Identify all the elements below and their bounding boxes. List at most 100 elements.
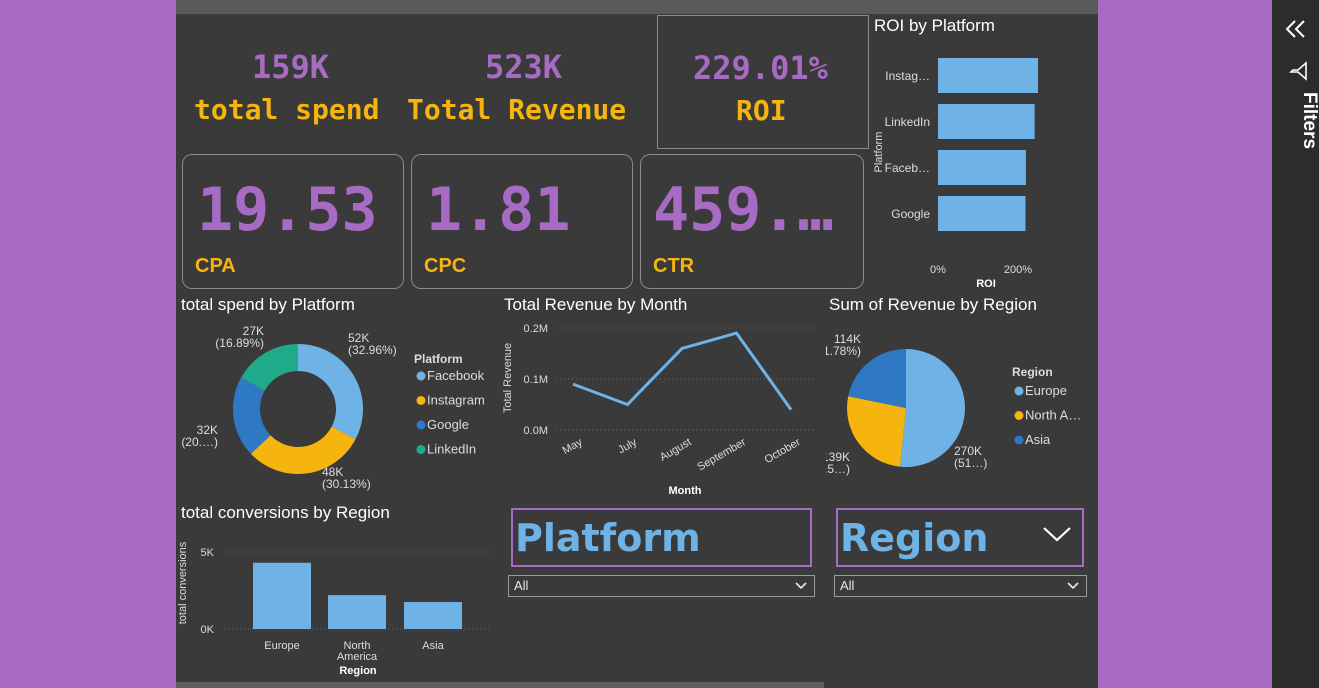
platform-slicer-value: All <box>514 578 529 593</box>
spend-legend-item: Google <box>427 417 469 432</box>
legend-marker <box>1014 435 1024 445</box>
y-tick-label: 0K <box>201 624 215 636</box>
legend-marker <box>416 420 426 430</box>
revregion-chart-title: Sum of Revenue by Region <box>829 295 1037 314</box>
y-axis-label: Total Revenue <box>502 343 514 413</box>
cpa-card[interactable]: 19.53 CPA <box>182 154 404 289</box>
x-tick-label: September <box>695 436 748 473</box>
x-tick-label: Asia <box>422 640 444 652</box>
roi-card[interactable]: 229.01% ROI <box>657 15 869 149</box>
roi-value: 229.01% <box>693 49 828 87</box>
roi-chart-title: ROI by Platform <box>874 16 995 35</box>
roi-by-platform-chart[interactable]: Instag… LinkedIn Faceb… Google 0% 200% ROI Plat… <box>870 40 1096 292</box>
y-tick-label: 0.0M <box>524 425 548 437</box>
pie-slice <box>847 396 906 467</box>
cpa-value: 19.53 <box>197 175 378 245</box>
platform-slicer-dropdown[interactable]: All <box>508 575 815 597</box>
total-spend-label: total spend <box>194 93 380 126</box>
spend-chart-title: total spend by Platform <box>181 295 355 314</box>
region-legend-item: Europe <box>1025 383 1067 398</box>
total-revenue-value: 523K <box>485 48 563 86</box>
bottom-scrollbar[interactable] <box>176 682 824 688</box>
legend-marker <box>416 396 426 405</box>
conv-bar <box>328 595 386 629</box>
cpc-label: CPC <box>424 255 467 277</box>
x-tick-label: America <box>337 651 378 663</box>
cpa-label: CPA <box>195 255 236 277</box>
roi-label: ROI <box>736 94 787 127</box>
filter-icon[interactable] <box>1288 60 1310 82</box>
y-tick-label: 0.2M <box>524 323 548 335</box>
y-axis-label: total conversions <box>177 541 189 624</box>
donut-percent-label: (32.96%) <box>348 343 397 357</box>
spend-by-platform-chart[interactable]: 52K(32.96%)48K(30.13%)32K(20.…)27K(16.89… <box>176 318 498 500</box>
ctr-card[interactable]: 459.… CTR <box>640 154 864 289</box>
x-tick-label: Europe <box>264 640 299 652</box>
chevron-down-icon[interactable] <box>1042 524 1072 544</box>
total-spend-value: 159K <box>252 48 330 86</box>
roi-category-label: LinkedIn <box>885 115 930 129</box>
collapse-icon[interactable] <box>1284 18 1308 40</box>
region-legend-item: Asia <box>1025 432 1051 447</box>
chevron-down-icon <box>795 582 807 590</box>
legend-marker <box>416 445 426 454</box>
spend-legend-title: Platform <box>414 352 463 366</box>
donut-percent-label: (20.…) <box>181 435 218 449</box>
revenue-line <box>572 331 793 411</box>
roi-bar <box>938 58 1038 93</box>
y-tick-label: 0.1M <box>524 374 548 386</box>
pie-percent-label: (26.5…) <box>826 462 850 476</box>
top-strip <box>176 0 1098 14</box>
conv-chart-title: total conversions by Region <box>181 503 390 522</box>
conversions-by-region-chart[interactable]: 5K0KEurope NorthAmericaAsiaRegiontotal co… <box>176 528 498 680</box>
revenue-by-region-chart[interactable]: 270K(51…)139K(26.5…)114K(21.78%)RegionEu… <box>826 318 1096 500</box>
ctr-label: CTR <box>653 255 695 277</box>
region-slicer-header: Region <box>836 508 1084 567</box>
spend-legend-item: LinkedIn <box>427 442 476 457</box>
total-revenue-label: Total Revenue <box>407 93 627 126</box>
roi-category-label: Google <box>891 207 930 221</box>
revenue-by-month-chart[interactable]: 0.0M 0.1M 0.2M May July August September Octobe… <box>498 318 826 500</box>
pie-percent-label: (51…) <box>954 456 987 470</box>
legend-marker <box>1014 411 1024 420</box>
x-tick-label: October <box>763 436 803 466</box>
chevron-down-icon <box>1067 582 1079 590</box>
roi-y-axis-label: Platform <box>873 132 885 173</box>
report-canvas: 159K total spend 523K Total Revenue 229.… <box>176 0 1098 688</box>
x-tick-label: August <box>658 436 694 464</box>
cpc-card[interactable]: 1.81 CPC <box>411 154 633 289</box>
conv-bar <box>404 602 462 629</box>
y-tick-label: 5K <box>201 547 215 559</box>
filters-label: Filters <box>1299 92 1319 150</box>
donut-percent-label: (30.13%) <box>322 477 371 491</box>
revmonth-chart-title: Total Revenue by Month <box>504 295 688 314</box>
region-slicer-value: All <box>840 578 855 593</box>
ctr-value: 459.… <box>653 175 834 245</box>
cpc-value: 1.81 <box>426 175 571 245</box>
roi-bar <box>938 196 1026 231</box>
pie-percent-label: (21.78%) <box>826 344 861 358</box>
spend-legend-item: Facebook <box>427 368 485 383</box>
roi-category-label: Faceb… <box>885 161 930 175</box>
roi-bar <box>938 104 1035 139</box>
x-tick-label: May <box>561 436 585 457</box>
donut-slice <box>298 344 363 440</box>
x-axis-label: Region <box>339 665 377 677</box>
roi-category-label: Instag… <box>885 69 930 83</box>
legend-marker <box>1014 386 1024 396</box>
region-legend-item: North A… <box>1025 408 1081 423</box>
region-legend-title: Region <box>1012 365 1053 379</box>
x-tick-label: July <box>616 436 639 456</box>
roi-x-axis-label: ROI <box>976 278 996 290</box>
spend-legend-item: Instagram <box>427 393 485 408</box>
platform-slicer-header: Platform <box>511 508 812 567</box>
region-slicer-title: Region <box>840 516 989 560</box>
x-axis-label: Month <box>669 485 702 497</box>
conv-bar <box>253 562 311 629</box>
donut-percent-label: (16.89%) <box>215 336 264 350</box>
roi-bar <box>938 150 1026 185</box>
legend-marker <box>416 371 426 381</box>
roi-tick-label: 0% <box>930 264 946 276</box>
region-slicer-dropdown[interactable]: All <box>834 575 1087 597</box>
roi-tick-label: 200% <box>1004 264 1032 276</box>
